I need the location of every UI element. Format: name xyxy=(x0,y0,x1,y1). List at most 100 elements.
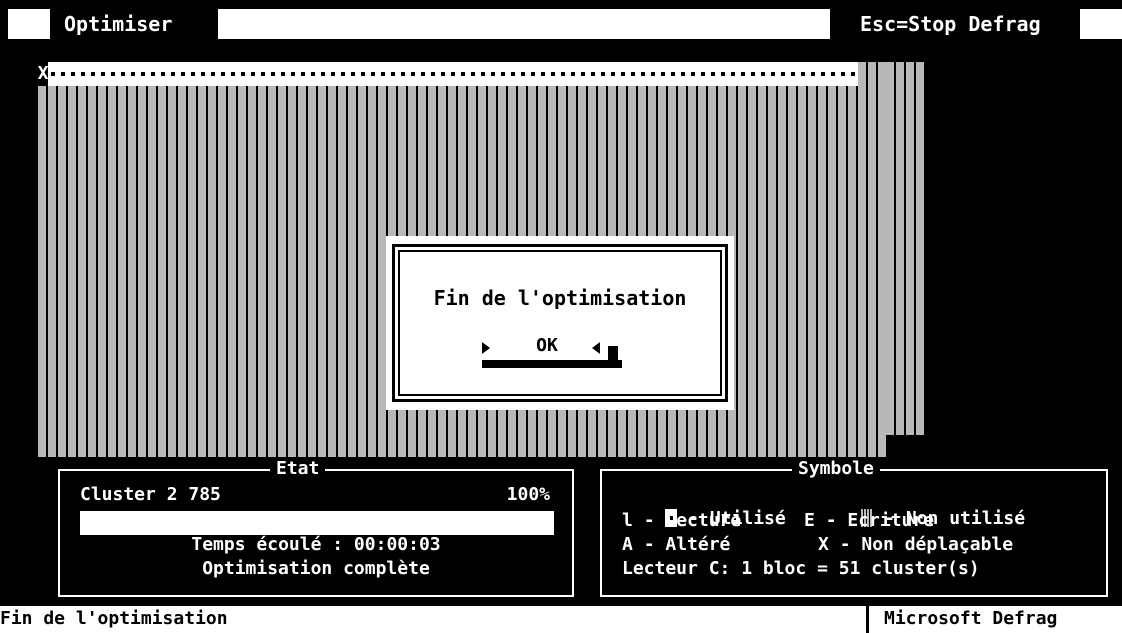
read-symbol: l xyxy=(622,510,633,531)
used-cluster xyxy=(428,62,438,86)
used-cluster-dot xyxy=(431,72,435,76)
used-cluster-dot xyxy=(631,72,635,76)
used-cluster xyxy=(508,62,518,86)
used-cluster xyxy=(828,62,838,86)
used-cluster xyxy=(698,62,708,86)
used-cluster-dot xyxy=(681,72,685,76)
used-cluster xyxy=(568,62,578,86)
used-cluster xyxy=(478,62,488,86)
used-cluster xyxy=(208,62,218,86)
used-cluster xyxy=(248,62,258,86)
used-cluster-dot xyxy=(601,72,605,76)
used-cluster xyxy=(178,62,188,86)
used-cluster-dot xyxy=(171,72,175,76)
used-cluster xyxy=(548,62,558,86)
used-cluster-dot xyxy=(801,72,805,76)
legend-read: l - Lecture xyxy=(622,509,741,533)
used-cluster-dot xyxy=(841,72,845,76)
used-cluster-dot xyxy=(181,72,185,76)
used-cluster-dot xyxy=(101,72,105,76)
used-cluster-dot xyxy=(421,72,425,76)
used-cluster-dot xyxy=(821,72,825,76)
menu-bar-tail xyxy=(1080,9,1122,39)
used-cluster xyxy=(688,62,698,86)
legend-altered: A - Altéré xyxy=(622,533,730,557)
used-cluster xyxy=(118,62,128,86)
used-cluster xyxy=(818,62,828,86)
optimisation-status: Optimisation complète xyxy=(202,558,430,579)
used-cluster xyxy=(618,62,628,86)
used-cluster xyxy=(718,62,728,86)
used-cluster xyxy=(408,62,418,86)
used-cluster xyxy=(168,62,178,86)
used-cluster-dot xyxy=(561,72,565,76)
used-cluster-dot xyxy=(771,72,775,76)
used-cluster xyxy=(848,62,858,86)
cluster-readout: Cluster 2 785 xyxy=(80,484,221,505)
menu-bar: Optimiser Esc=Stop Defrag xyxy=(0,0,1122,40)
used-cluster-dot xyxy=(141,72,145,76)
progress-bar-fill xyxy=(80,511,554,535)
used-cluster-dot xyxy=(701,72,705,76)
used-cluster-dot xyxy=(291,72,295,76)
used-cluster xyxy=(528,62,538,86)
used-cluster-dot xyxy=(61,72,65,76)
used-cluster-dot xyxy=(711,72,715,76)
used-cluster-dot xyxy=(511,72,515,76)
used-cluster-dot xyxy=(671,72,675,76)
used-cluster xyxy=(78,62,88,86)
used-cluster-dot xyxy=(221,72,225,76)
used-cluster-dot xyxy=(641,72,645,76)
legend-panel-title: Symbole xyxy=(792,458,880,480)
status-panel-title: Etat xyxy=(270,458,326,480)
used-cluster xyxy=(758,62,768,86)
used-cluster xyxy=(158,62,168,86)
used-cluster-dot xyxy=(201,72,205,76)
used-cluster-dot xyxy=(321,72,325,76)
ok-button[interactable]: OK xyxy=(482,336,622,370)
used-cluster-dot xyxy=(191,72,195,76)
menu-optimiser[interactable]: Optimiser xyxy=(50,9,218,39)
used-cluster xyxy=(368,62,378,86)
used-cluster-dot xyxy=(301,72,305,76)
progress-bar xyxy=(80,511,554,535)
used-cluster-dot xyxy=(551,72,555,76)
drive-block-info: Lecteur C: 1 bloc = 51 cluster(s) xyxy=(622,558,980,579)
used-cluster xyxy=(448,62,458,86)
used-cluster-dot xyxy=(361,72,365,76)
used-cluster xyxy=(768,62,778,86)
used-cluster xyxy=(98,62,108,86)
used-cluster-dot xyxy=(251,72,255,76)
used-cluster-dot xyxy=(691,72,695,76)
used-cluster xyxy=(398,62,408,86)
legend-write: E - Ecriture xyxy=(804,509,934,533)
used-cluster xyxy=(518,62,528,86)
esc-stop-hint: Esc=Stop Defrag xyxy=(830,9,1080,39)
used-cluster xyxy=(728,62,738,86)
used-cluster-dot xyxy=(491,72,495,76)
used-cluster-dot xyxy=(331,72,335,76)
used-cluster-dot xyxy=(271,72,275,76)
completion-dialog: Fin de l'optimisation OK xyxy=(386,236,734,410)
used-cluster xyxy=(348,62,358,86)
ok-label: OK xyxy=(536,335,558,356)
used-cluster xyxy=(668,62,678,86)
status-separator xyxy=(866,606,869,633)
used-cluster xyxy=(88,62,98,86)
disk-map-extension xyxy=(886,62,926,435)
used-cluster-dot xyxy=(521,72,525,76)
legend-unmovable: X - Non déplaçable xyxy=(818,533,1013,557)
used-cluster xyxy=(648,62,658,86)
used-cluster xyxy=(748,62,758,86)
used-cluster xyxy=(498,62,508,86)
arrow-right-icon xyxy=(482,342,490,354)
used-cluster-dot xyxy=(541,72,545,76)
used-cluster-dot xyxy=(621,72,625,76)
menu-bar-fill xyxy=(218,9,830,39)
used-cluster xyxy=(558,62,568,86)
used-cluster xyxy=(338,62,348,86)
used-cluster-dot xyxy=(261,72,265,76)
used-cluster xyxy=(278,62,288,86)
used-cluster xyxy=(838,62,848,86)
used-cluster xyxy=(358,62,368,86)
